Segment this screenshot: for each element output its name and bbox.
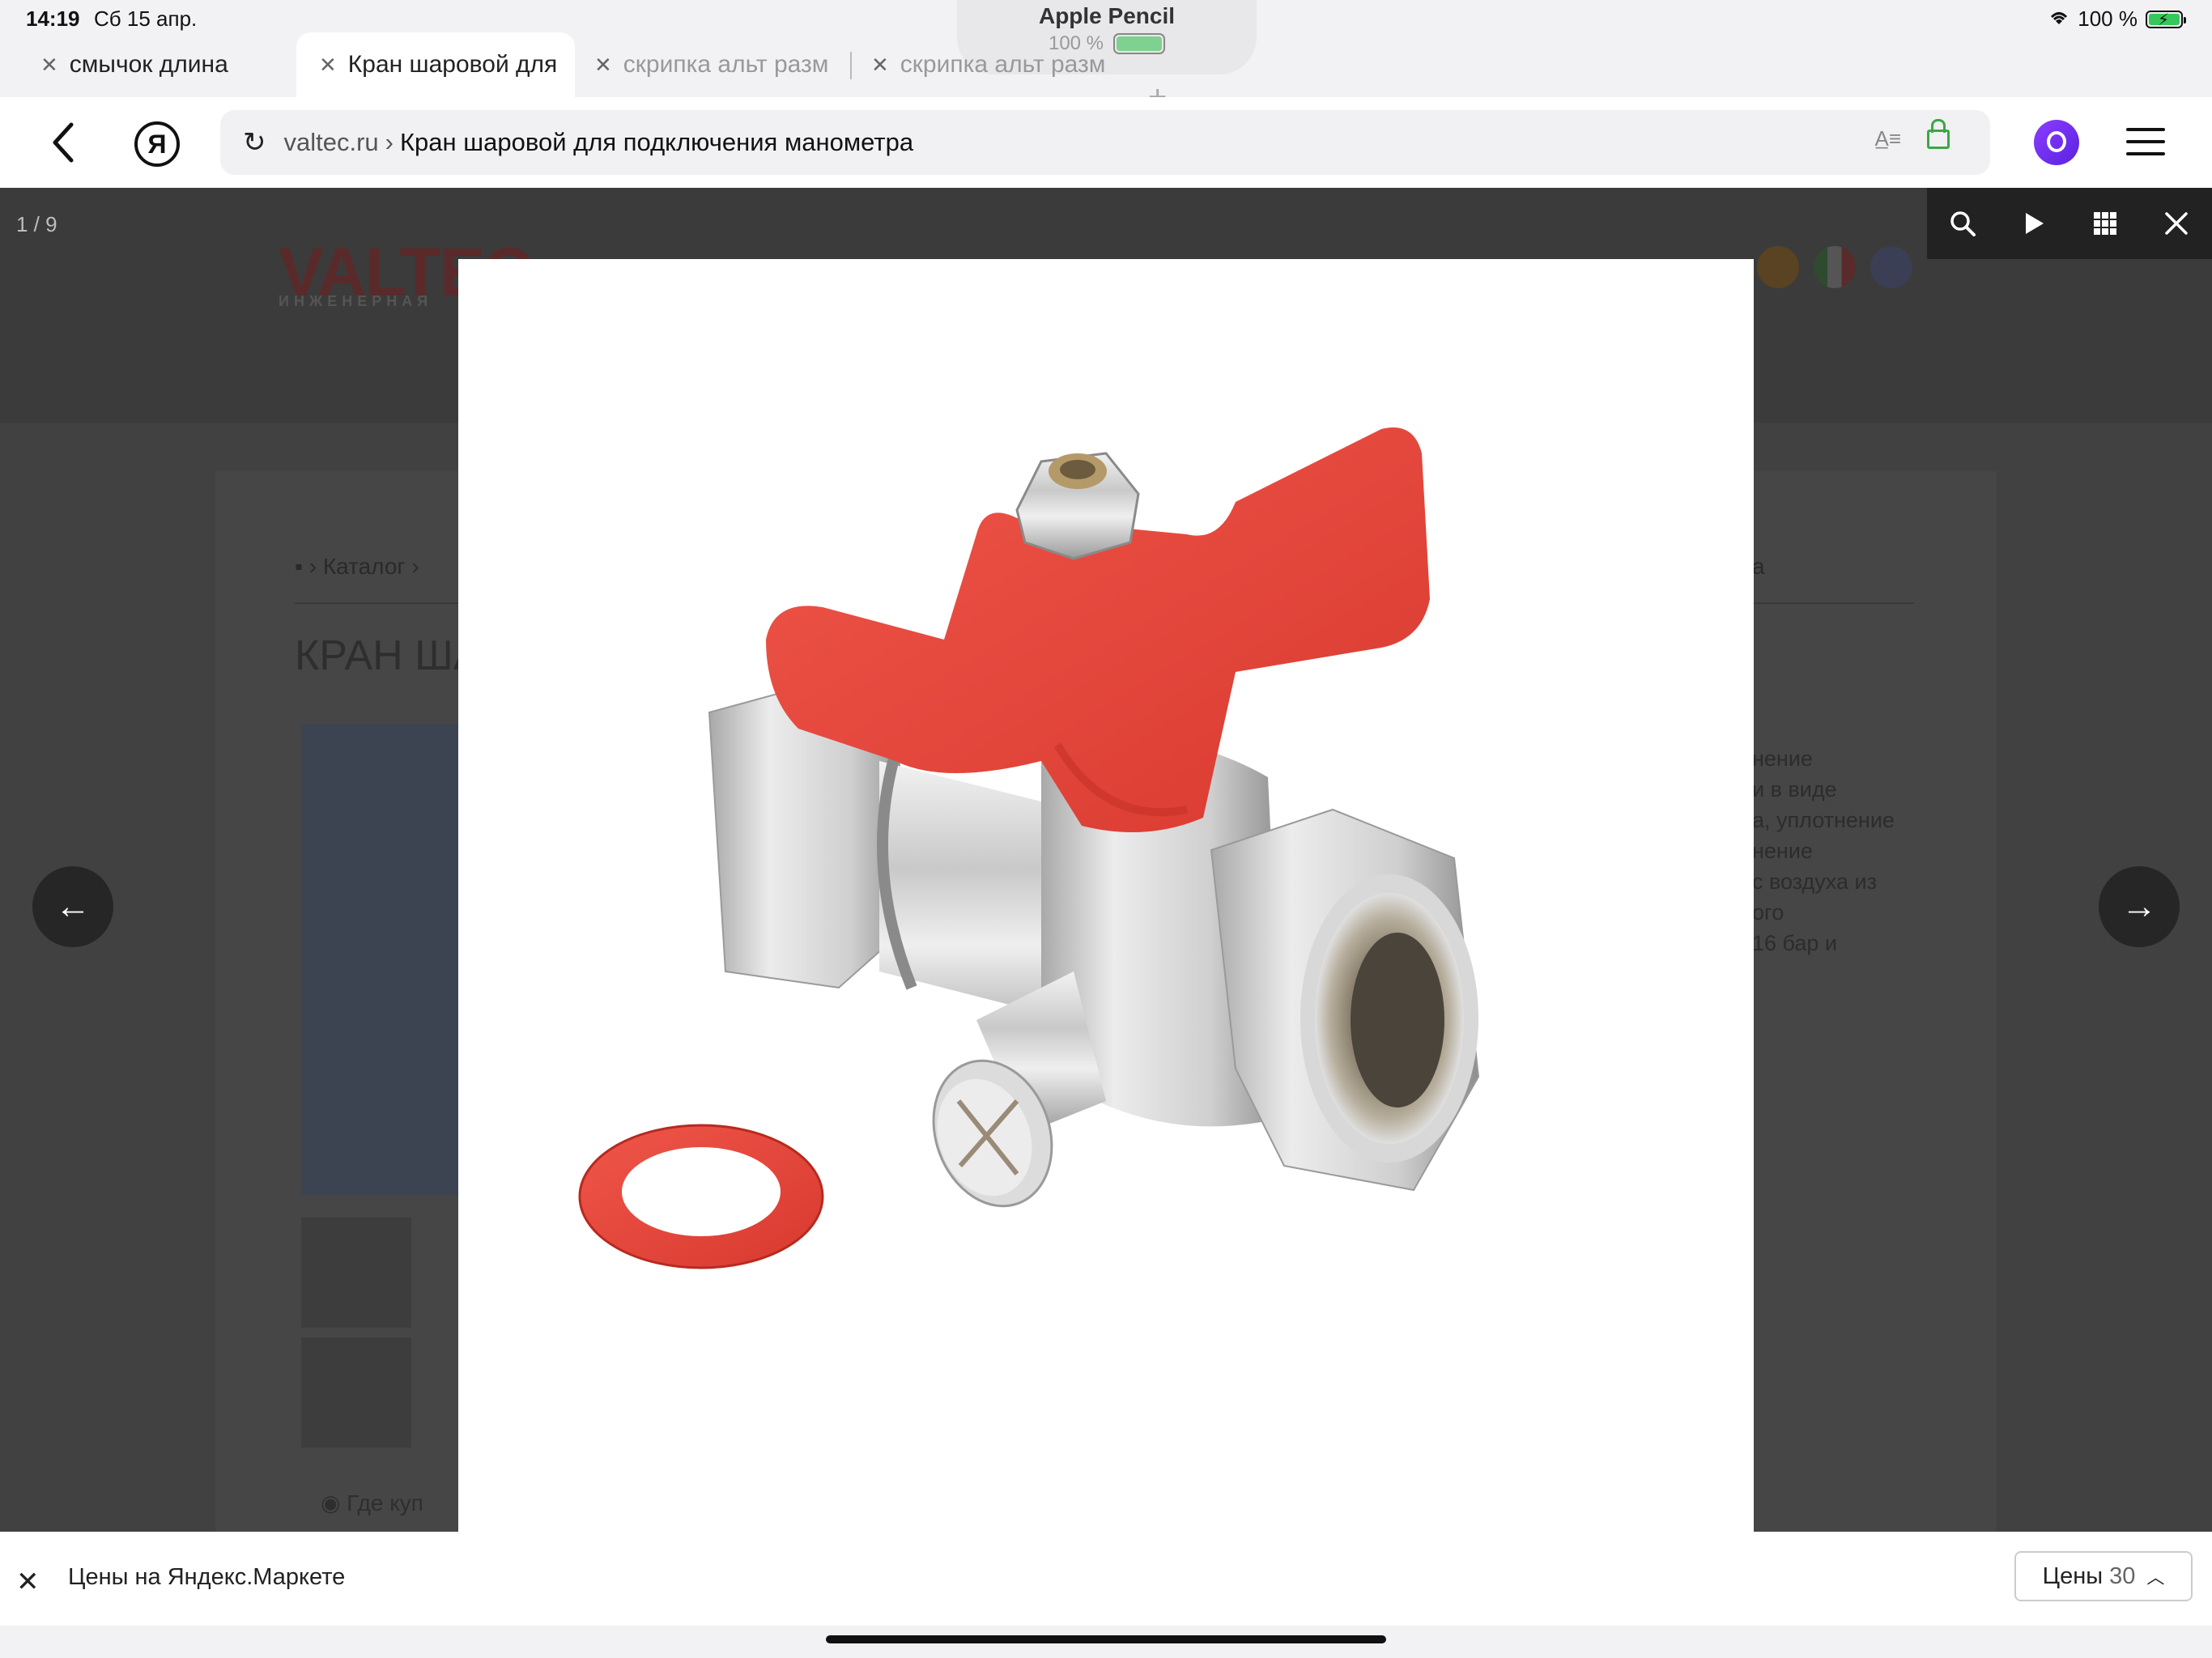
tab-separator	[850, 52, 852, 79]
tab-3[interactable]: ✕ скрипка альт разм	[871, 32, 1114, 97]
home-indicator[interactable]	[826, 1635, 1386, 1643]
battery-icon: ⚡	[2146, 10, 2186, 29]
tab-0[interactable]: ✕ смычок длина	[40, 32, 283, 97]
market-prices-label: Цены на Яндекс.Маркете	[68, 1564, 346, 1590]
chevron-left-icon	[53, 122, 74, 163]
bg-breadcrumb: ▪ › Каталог ›	[295, 554, 419, 579]
page-viewport: VALTEC ИНЖЕНЕРНАЯ ▪ › Каталог › а КРАН Ш…	[0, 188, 2212, 1532]
tab-close-icon[interactable]: ✕	[871, 53, 889, 78]
arrow-right-icon: →	[2121, 886, 2157, 926]
product-photo	[458, 259, 1754, 1532]
battery-percent: 100 %	[2078, 6, 2138, 31]
tab-strip: ✕ смычок длина ✕ Кран шаровой для ✕ скри…	[0, 32, 2212, 115]
zoom-search-icon[interactable]	[1938, 199, 1987, 248]
close-lightbox-icon[interactable]	[2152, 199, 2201, 248]
bg-breadcrumb-end: а	[1752, 554, 1765, 579]
prices-button[interactable]: Цены 30 ︿	[2014, 1551, 2193, 1601]
alice-assistant-button[interactable]	[2034, 120, 2079, 165]
tab-close-icon[interactable]: ✕	[319, 53, 337, 78]
tab-1-active[interactable]: ✕ Кран шаровой для	[296, 32, 575, 97]
address-page-title: Кран шаровой для подключения манометра	[400, 128, 914, 156]
previous-image-button[interactable]: ←	[32, 866, 113, 947]
ball-valve-illustration	[578, 427, 1480, 1269]
address-separator: ›	[385, 128, 393, 156]
tab-2[interactable]: ✕ скрипка альт разм	[594, 32, 829, 97]
grid-thumbnails-icon[interactable]	[2081, 199, 2129, 248]
market-prices-bar: ✕ Цены на Яндекс.Маркете Цены 30 ︿	[0, 1532, 2212, 1626]
bg-language-flags	[1757, 246, 1912, 288]
browser-toolbar: Я ↻ valtec.ru › Кран шаровой для подключ…	[0, 97, 2212, 188]
play-slideshow-icon[interactable]	[2010, 199, 2058, 248]
lightbox-toolbar	[1927, 188, 2212, 259]
tab-close-icon[interactable]: ✕	[40, 53, 58, 78]
pencil-title: Apple Pencil	[1038, 3, 1176, 28]
address-bar[interactable]: ↻ valtec.ru › Кран шаровой для подключен…	[220, 110, 1990, 175]
bg-heading: КРАН ША	[295, 632, 482, 679]
bg-thumbnail	[301, 1337, 411, 1448]
bg-thumbnail	[301, 1218, 411, 1328]
tab-label: Кран шаровой для	[347, 51, 558, 78]
lock-icon	[1927, 119, 1950, 149]
status-time: 14:19	[26, 6, 80, 31]
hamburger-menu-button[interactable]	[2126, 128, 2165, 155]
status-right: 100 % ⚡	[2048, 6, 2186, 32]
bg-product-image	[301, 724, 471, 1195]
arrow-left-icon: ←	[55, 886, 91, 926]
bg-description: нение и в виде а, уплотнение нение с воз…	[1752, 746, 1895, 955]
next-image-button[interactable]: →	[2099, 866, 2180, 947]
back-button[interactable]	[44, 118, 83, 167]
tab-label: скрипка альт разм	[900, 51, 1106, 78]
bg-logo-sub: ИНЖЕНЕРНАЯ	[279, 293, 433, 309]
bg-where-to-buy: ◉ Где куп	[321, 1490, 423, 1516]
reload-icon[interactable]: ↻	[243, 126, 266, 159]
tab-close-icon[interactable]: ✕	[594, 53, 612, 78]
chevron-up-icon: ︿	[2146, 1567, 2165, 1588]
reader-mode-icon[interactable]: A̲≡	[1874, 126, 1901, 151]
address-domain: valtec.ru	[283, 128, 379, 156]
prices-count: 30	[2109, 1562, 2136, 1589]
tab-label: смычок длина	[69, 51, 228, 78]
wifi-icon	[2048, 6, 2069, 32]
image-counter: 1 / 9	[16, 212, 57, 236]
tab-label: скрипка альт разм	[623, 51, 829, 78]
close-icon[interactable]: ✕	[16, 1566, 40, 1598]
prices-button-label: Цены	[2042, 1562, 2104, 1589]
yandex-logo-button[interactable]: Я	[134, 121, 180, 167]
status-date: Сб 15 апр.	[94, 6, 198, 31]
